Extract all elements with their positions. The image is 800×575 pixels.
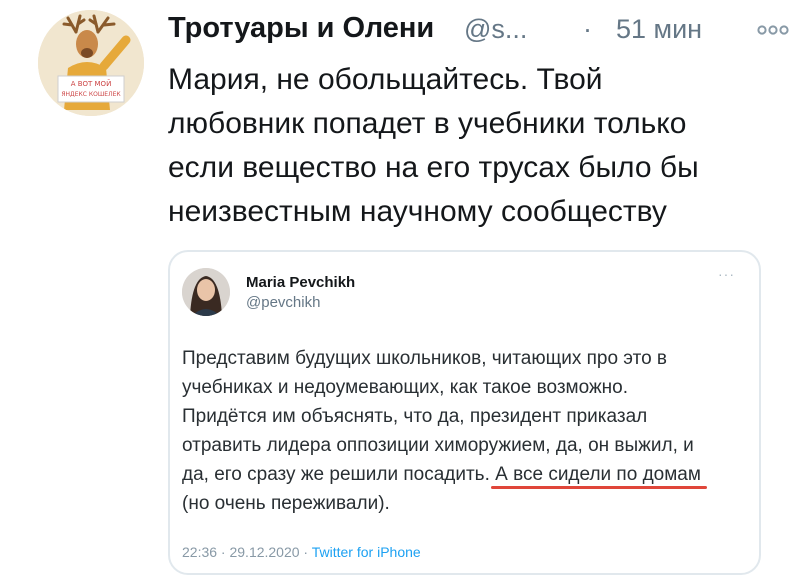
avatar-caption-line1: А ВОТ МОЙ bbox=[71, 79, 112, 88]
deer-illustration: А ВОТ МОЙ ЯНДЕКС КОШЕЛЕК bbox=[38, 10, 144, 116]
quoted-author-avatar[interactable] bbox=[182, 268, 230, 316]
header-separator: · bbox=[583, 14, 592, 44]
author-display-name[interactable]: Тротуары и Олени bbox=[168, 12, 434, 45]
tweet-text: Мария, не обольщайтесь. Твой любовник по… bbox=[168, 58, 778, 234]
tweet-text-line: если вещество на его трусах было бы bbox=[168, 151, 699, 184]
quoted-text-fragment: да, его сразу же решили посадить. bbox=[182, 464, 496, 485]
quoted-text-line: учебниках и недоумевающих, как такое воз… bbox=[182, 377, 628, 398]
quoted-text-line: да, его сразу же решили посадить. А все … bbox=[182, 460, 752, 489]
author-avatar[interactable]: А ВОТ МОЙ ЯНДЕКС КОШЕЛЕК bbox=[38, 10, 144, 116]
red-underline-mark bbox=[491, 486, 707, 489]
quoted-text-line: отравить лидера оппозиции химоружием, да… bbox=[182, 435, 694, 456]
quoted-more-options-icon[interactable]: ··· bbox=[718, 266, 735, 282]
quoted-author-name[interactable]: Maria Pevchikh bbox=[246, 274, 355, 291]
quoted-author-handle[interactable]: @pevchikh bbox=[246, 294, 320, 311]
quoted-text-line: Представим будущих школьников, читающих … bbox=[182, 348, 668, 369]
avatar-caption-line2: ЯНДЕКС КОШЕЛЕК bbox=[61, 91, 121, 98]
underlined-phrase: А все сидели по домам bbox=[491, 464, 707, 489]
tweet-text-line: любовник попадет в учебники только bbox=[168, 107, 687, 140]
quoted-tweet-footer: 22:36 · 29.12.2020 · Twitter for iPhone bbox=[182, 544, 421, 560]
tweet-text-line: неизвестным научному сообществу bbox=[168, 195, 667, 228]
tweet-header: Тротуары и Олени @s... · 51 мин bbox=[168, 12, 790, 52]
underlined-phrase-text: А все сидели по домам bbox=[495, 464, 701, 485]
author-handle[interactable]: @s... bbox=[464, 14, 527, 45]
quoted-timestamp[interactable]: 22:36 · 29.12.2020 · bbox=[182, 544, 312, 560]
quoted-source-link[interactable]: Twitter for iPhone bbox=[312, 544, 421, 560]
quoted-text-line: Придётся им объяснять, что да, президент… bbox=[182, 406, 648, 427]
quoted-tweet-text: Представим будущих школьников, читающих … bbox=[182, 344, 752, 518]
tweet-text-line: Мария, не обольщайтесь. Твой bbox=[168, 63, 603, 96]
more-options-icon[interactable] bbox=[756, 18, 790, 42]
tweet-time[interactable]: 51 мин bbox=[616, 14, 702, 45]
quoted-text-line: (но очень переживали). bbox=[182, 493, 390, 514]
quoted-tweet-card[interactable]: Maria Pevchikh @pevchikh ··· Представим … bbox=[168, 250, 761, 575]
